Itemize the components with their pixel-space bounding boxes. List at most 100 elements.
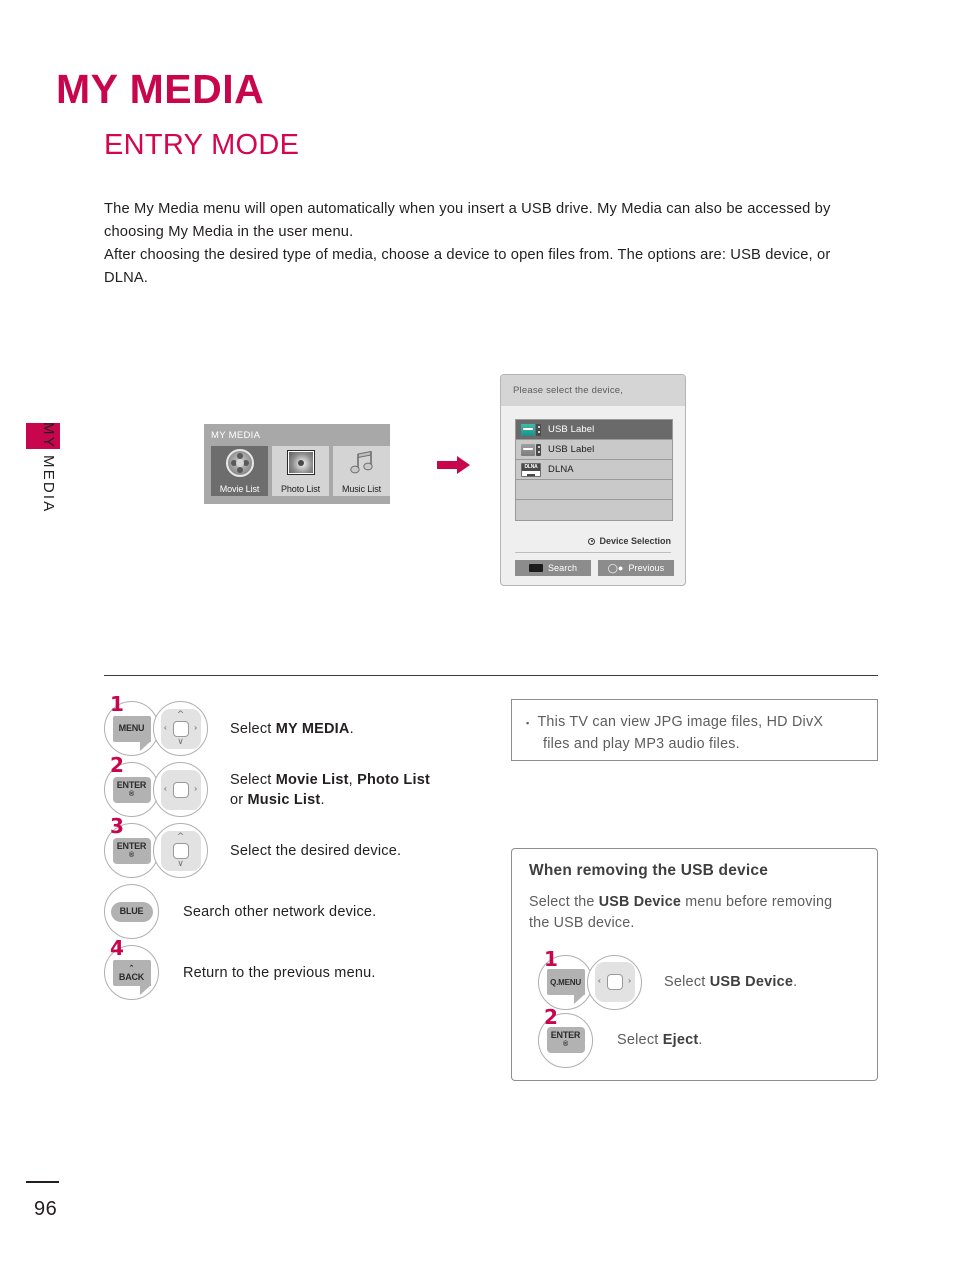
device-row-usb-1[interactable]: USB Label xyxy=(516,420,672,440)
step-3: 3 ENTER ® ^ ∨ Select the desired device. xyxy=(104,816,504,881)
usb-icon xyxy=(521,423,541,436)
dpad-button-1[interactable]: ^ ∨ ‹ › xyxy=(153,701,208,756)
enter-key-sub: ® xyxy=(129,790,134,798)
step-blue-text: Search other network device. xyxy=(183,903,377,920)
chevron-up-icon: ^ xyxy=(176,831,185,842)
sidebar-tab-label: MY MEDIA xyxy=(40,422,57,514)
search-button[interactable]: Search xyxy=(515,560,591,576)
step-3-number: 3 xyxy=(110,814,124,838)
note-line-1-text: This TV can view JPG image files, HD Div… xyxy=(537,714,824,730)
usb-step-2-text: Select Eject. xyxy=(617,1032,703,1048)
usb-step-2-number: 2 xyxy=(544,1005,558,1029)
enter-key-label: ENTER xyxy=(116,779,147,790)
device-selection-dialog: Please select the device, USB Label USB … xyxy=(500,374,686,586)
page-title: MY MEDIA xyxy=(56,66,265,112)
chevron-right-icon: › xyxy=(193,723,198,733)
device-row-usb-2[interactable]: USB Label xyxy=(516,440,672,460)
back-key: ⌃ BACK xyxy=(112,959,151,995)
usb-removal-description: Select the USB Device menu before removi… xyxy=(529,894,833,931)
enter-key-label: ENTER xyxy=(116,840,147,851)
step-1-number: 1 xyxy=(110,692,124,716)
usb-step-2: 2 ENTER ® Select Eject. xyxy=(538,1007,868,1069)
step-4-text: Return to the previous menu. xyxy=(183,964,376,981)
tile-photo-list[interactable]: Photo List xyxy=(272,446,329,496)
device-selection-hint-label: Device Selection xyxy=(599,536,671,546)
usb-step-1-text: Select USB Device. xyxy=(664,974,798,990)
enter-key: ENTER ® xyxy=(112,837,151,864)
menu-key-label: MENU xyxy=(112,715,151,751)
blue-key-icon xyxy=(528,564,543,572)
blue-key-label: BLUE xyxy=(110,901,153,922)
chevron-down-icon: ∨ xyxy=(177,736,184,747)
content-divider xyxy=(104,675,878,676)
intro-text: The My Media menu will open automaticall… xyxy=(104,198,864,289)
dpad-icon: ^ ∨ xyxy=(160,830,201,871)
note-line-2-text: files and play MP3 audio files. xyxy=(543,736,740,752)
usb-step-list: 1 Q.MENU ‹ › Select USB Device. 2 ENTER ®… xyxy=(538,949,868,1069)
dpad-icon: ‹ › xyxy=(594,962,635,1002)
dpad-center-icon xyxy=(172,781,189,798)
chevron-right-icon: › xyxy=(193,784,198,794)
device-row-dlna-label: DLNA xyxy=(548,464,574,475)
step-1: 1 MENU ^ ∨ ‹ › Select MY MEDIA. xyxy=(104,694,504,759)
radio-dot-icon xyxy=(588,537,596,545)
tile-photo-list-label: Photo List xyxy=(280,484,321,494)
back-key-label: BACK xyxy=(118,971,145,982)
dpad-icon: ‹ › xyxy=(160,769,201,810)
step-3-text: Select the desired device. xyxy=(230,842,402,859)
dpad-center-icon xyxy=(606,974,623,990)
dpad-button-3[interactable]: ^ ∨ xyxy=(153,823,208,878)
enter-key: ENTER ® xyxy=(546,1027,585,1053)
tile-music-list-label: Music List xyxy=(341,484,381,494)
step-1-text: Select MY MEDIA. xyxy=(230,720,354,737)
footer-rule xyxy=(26,1181,59,1183)
section-title: ENTRY MODE xyxy=(104,129,300,161)
dpad-icon: ^ ∨ ‹ › xyxy=(160,708,201,749)
usb-step-1: 1 Q.MENU ‹ › Select USB Device. xyxy=(538,949,868,1011)
device-row-dlna[interactable]: DLNA DLNA xyxy=(516,460,672,480)
tv-mymedia-title: MY MEDIA xyxy=(211,430,261,441)
device-row-empty-2[interactable] xyxy=(516,500,672,520)
enter-key-sub: ® xyxy=(563,1041,568,1048)
dpad-center-icon xyxy=(172,720,189,737)
device-row-usb-1-label: USB Label xyxy=(548,424,595,435)
dpad-button-usb[interactable]: ‹ › xyxy=(587,954,642,1010)
enter-key: ENTER ® xyxy=(112,776,151,803)
intro-paragraph-1: The My Media menu will open automaticall… xyxy=(104,201,831,240)
chevron-left-icon: ‹ xyxy=(163,784,168,794)
usb-icon xyxy=(521,443,541,456)
search-button-label: Search xyxy=(547,563,578,573)
dialog-divider xyxy=(515,552,671,553)
tile-music-list[interactable]: Music List xyxy=(333,446,390,496)
tv-mymedia-screenshot: MY MEDIA Movie List Photo List Music Lis… xyxy=(204,424,390,504)
qmenu-key-label: Q.MENU xyxy=(546,969,585,1004)
enter-key-sub: ® xyxy=(129,851,134,859)
photo-icon xyxy=(286,449,316,477)
device-list: USB Label USB Label DLNA DLNA xyxy=(515,419,673,521)
arrow-right-icon xyxy=(437,455,471,480)
previous-button[interactable]: ◯● Previous xyxy=(598,560,674,576)
enter-key-label: ENTER xyxy=(550,1030,581,1040)
usb-removal-box: When removing the USB device Select the … xyxy=(511,848,878,1081)
blue-button[interactable]: BLUE xyxy=(104,884,159,939)
usb-removal-title: When removing the USB device xyxy=(529,862,769,879)
film-reel-icon xyxy=(225,449,255,477)
tv-mymedia-tiles: Movie List Photo List Music List xyxy=(211,446,390,496)
intro-paragraph-2: After choosing the desired type of media… xyxy=(104,247,831,286)
dlna-icon: DLNA xyxy=(521,462,541,477)
note-line-1: ▪ This TV can view JPG image files, HD D… xyxy=(526,712,863,734)
step-2: 2 ENTER ® ‹ › Select Movie List, Photo Li… xyxy=(104,755,504,820)
device-selection-hint: Device Selection xyxy=(588,536,671,546)
chevron-up-icon: ^ xyxy=(176,709,185,720)
note-line-2: files and play MP3 audio files. xyxy=(526,734,863,754)
chevron-down-icon: ∨ xyxy=(177,858,184,869)
step-4-number: 4 xyxy=(110,936,124,960)
page-number: 96 xyxy=(34,1198,58,1220)
device-row-empty-1[interactable] xyxy=(516,480,672,500)
tile-movie-list-label: Movie List xyxy=(219,484,260,494)
step-2-number: 2 xyxy=(110,753,124,777)
step-2-text: Select Movie List, Photo List or Music Li… xyxy=(230,771,430,808)
step-list: 1 MENU ^ ∨ ‹ › Select MY MEDIA. 2 ENTER ®… xyxy=(104,694,504,1003)
tile-movie-list[interactable]: Movie List xyxy=(211,446,268,496)
dpad-button-2[interactable]: ‹ › xyxy=(153,762,208,817)
